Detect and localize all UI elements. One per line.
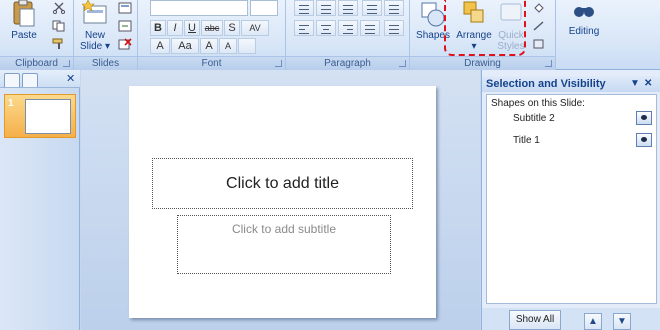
cut-icon[interactable] <box>52 2 66 14</box>
outline-tab[interactable] <box>22 73 38 87</box>
align-left-button[interactable] <box>294 20 314 36</box>
drawing-launcher-icon[interactable] <box>545 60 552 67</box>
editing-group: Editing <box>556 0 610 70</box>
slide-thumbnail-selected[interactable]: 1 <box>4 94 76 138</box>
new-slide-icon <box>82 0 107 24</box>
slide: Click to add title Click to add subtitle <box>129 86 436 318</box>
shape-fill-icon[interactable] <box>532 2 546 14</box>
line-spacing-button[interactable] <box>362 0 382 16</box>
arrange-highlight <box>444 0 526 56</box>
clipboard-launcher-icon[interactable] <box>63 60 70 67</box>
move-down-button[interactable]: ▼ <box>613 313 631 330</box>
paragraph-group-label: Paragraph <box>286 56 409 70</box>
subtitle-placeholder[interactable]: Click to add subtitle <box>177 215 391 274</box>
editing-button[interactable]: Editing <box>564 0 604 37</box>
layout-icon[interactable] <box>118 2 132 14</box>
slide-number: 1 <box>8 98 14 109</box>
shapes-icon <box>421 2 445 27</box>
pane-options-icon[interactable]: ▼ <box>630 76 640 92</box>
columns-button[interactable] <box>384 20 404 36</box>
underline-button[interactable]: U <box>184 20 200 36</box>
drawing-group-label: Drawing <box>410 56 555 70</box>
paste-icon <box>13 0 35 27</box>
slides-group-label: Slides <box>74 56 137 70</box>
visibility-eye-icon[interactable] <box>636 133 652 147</box>
delete-slide-icon[interactable] <box>118 38 132 50</box>
copy-icon[interactable] <box>52 20 66 32</box>
new-slide-label-1: New <box>84 30 105 41</box>
list-item[interactable]: Title 1 <box>513 133 658 149</box>
numbering-button[interactable] <box>316 0 336 16</box>
shrink-font-button[interactable]: A <box>219 38 237 54</box>
decrease-indent-button[interactable] <box>338 0 358 16</box>
paste-label: Paste <box>11 30 37 41</box>
bullets-button[interactable] <box>294 0 314 16</box>
strikethrough-button[interactable]: abc <box>201 20 223 36</box>
visibility-eye-icon[interactable] <box>636 111 652 125</box>
paste-button[interactable]: Paste <box>6 0 42 41</box>
close-pane-icon[interactable]: ✕ <box>644 76 652 92</box>
align-center-button[interactable] <box>316 20 336 36</box>
font-color-button[interactable]: A <box>150 38 170 54</box>
new-slide-label-2-text: Slide <box>79 41 103 52</box>
clipboard-group: Paste Clipboard <box>0 0 74 70</box>
binoculars-icon <box>574 7 594 17</box>
shadow-button[interactable]: S <box>224 20 240 36</box>
editing-label: Editing <box>568 26 600 37</box>
grow-font-button[interactable]: A <box>200 38 218 54</box>
slides-pane: ✕ 1 <box>0 70 80 330</box>
selection-pane-header: Selection and Visibility ▼ ✕ <box>482 76 660 92</box>
slide-thumbnail <box>25 99 71 134</box>
bold-button[interactable]: B <box>150 20 166 36</box>
shapes-on-slide-label: Shapes on this Slide: <box>491 98 585 109</box>
format-painter-icon[interactable] <box>52 38 66 50</box>
selection-pane-title: Selection and Visibility <box>486 78 606 90</box>
text-direction-button[interactable] <box>384 0 404 16</box>
pane-tabs: ✕ <box>0 70 80 88</box>
new-slide-label-2: Slide ▾ <box>79 41 111 52</box>
shape-name: Subtitle 2 <box>513 113 555 124</box>
clear-formatting-button[interactable] <box>238 38 256 54</box>
selection-pane: Selection and Visibility ▼ ✕ Shapes on t… <box>481 70 660 330</box>
title-placeholder[interactable]: Click to add title <box>152 158 413 209</box>
list-item[interactable]: Subtitle 2 <box>513 111 658 127</box>
shape-effects-icon[interactable] <box>532 38 546 50</box>
change-case-button[interactable]: Aa <box>171 38 199 54</box>
slides-tab[interactable] <box>4 73 20 87</box>
shape-outline-icon[interactable] <box>532 20 546 32</box>
font-group-label: Font <box>138 56 285 70</box>
character-spacing-button[interactable]: AV <box>241 20 269 36</box>
font-launcher-icon[interactable] <box>275 60 282 67</box>
align-right-button[interactable] <box>338 20 358 36</box>
close-pane-icon[interactable]: ✕ <box>66 72 75 85</box>
font-size-input[interactable] <box>250 0 278 16</box>
slides-group: New Slide ▾ Slides <box>74 0 138 70</box>
new-slide-button[interactable]: New Slide ▾ <box>78 0 112 52</box>
shape-name: Title 1 <box>513 135 540 146</box>
ribbon: Paste Clipboard New Slide ▾ Slides B I U… <box>0 0 660 70</box>
slide-canvas: Click to add title Click to add subtitle <box>81 70 480 330</box>
justify-button[interactable] <box>360 20 380 36</box>
shapes-list: Shapes on this Slide: Subtitle 2 Title 1 <box>486 94 657 304</box>
selection-pane-footer: Show All ▲ ▼ <box>482 308 660 330</box>
font-group: B I U abc S AV A Aa A A Font <box>138 0 286 70</box>
reset-icon[interactable] <box>118 20 132 32</box>
move-up-button[interactable]: ▲ <box>584 313 602 330</box>
font-name-input[interactable] <box>150 0 248 16</box>
paragraph-launcher-icon[interactable] <box>399 60 406 67</box>
paragraph-group: Paragraph <box>286 0 410 70</box>
show-all-button[interactable]: Show All <box>509 310 561 330</box>
italic-button[interactable]: I <box>167 20 183 36</box>
